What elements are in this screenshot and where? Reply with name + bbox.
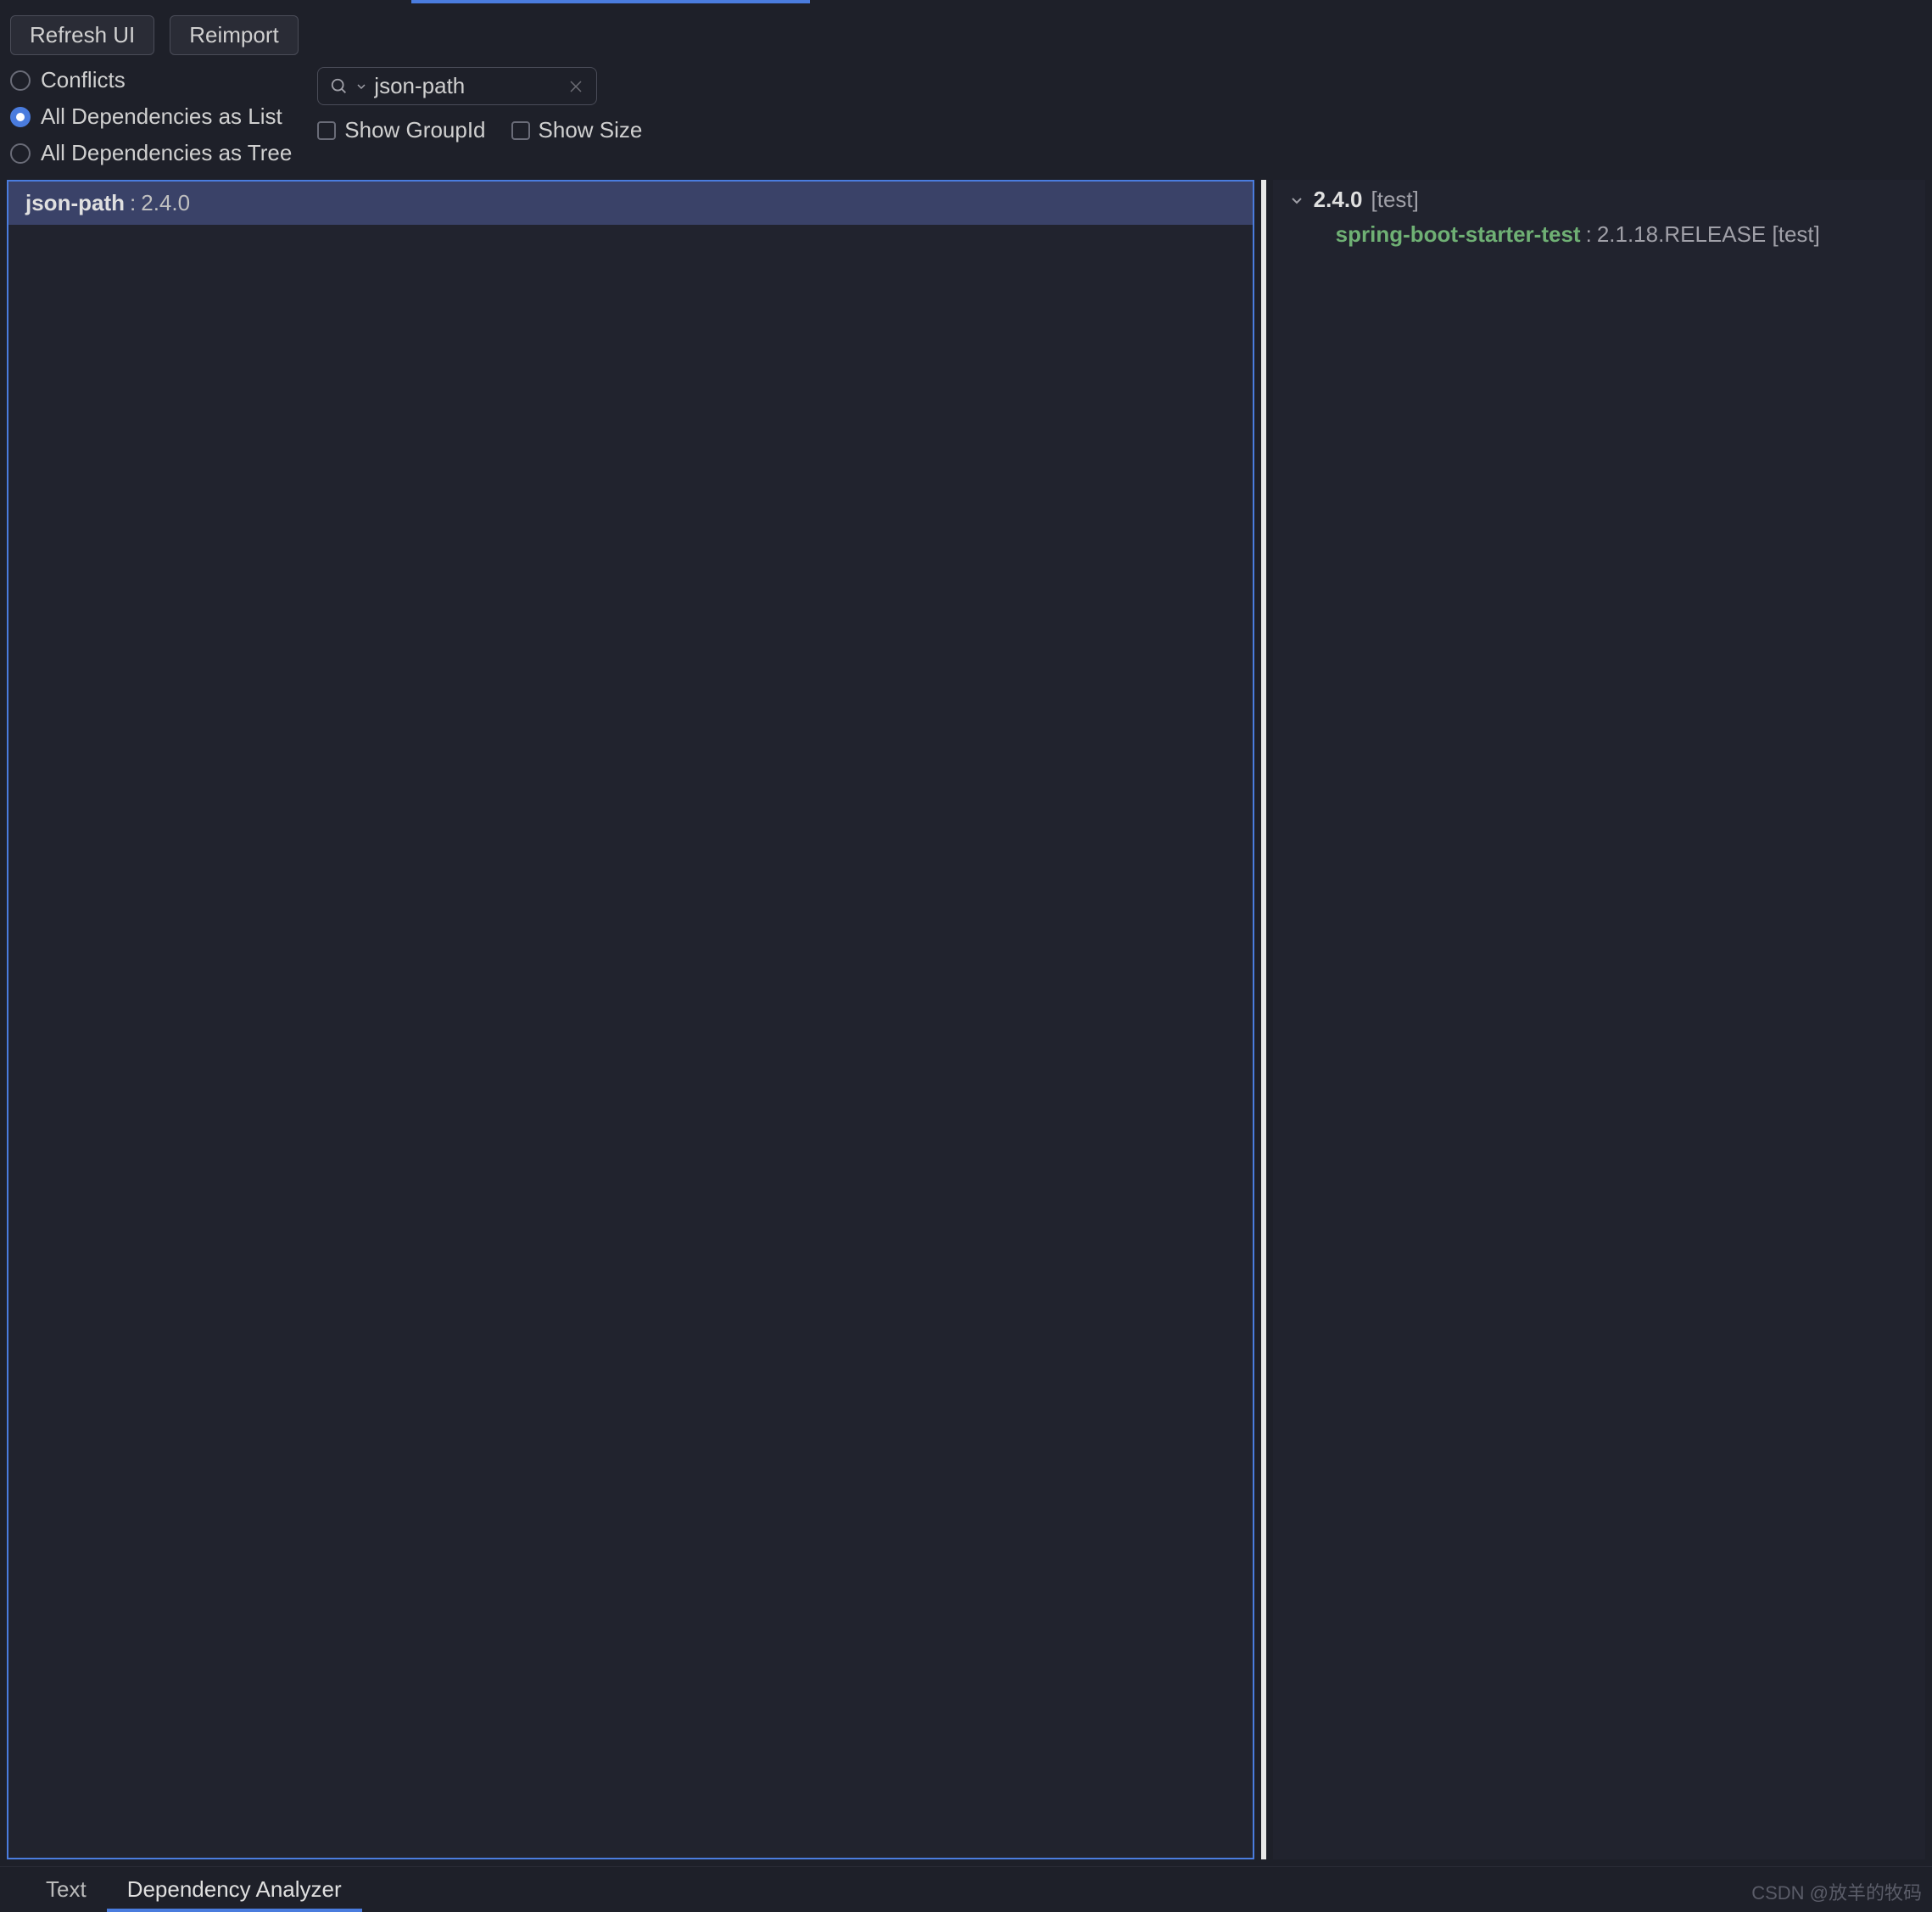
checkbox-show-groupid[interactable]: Show GroupId <box>317 117 485 143</box>
radio-all-tree[interactable]: All Dependencies as Tree <box>10 140 292 166</box>
tree-root-version: 2.4.0 <box>1314 187 1363 213</box>
dependency-version: 2.4.0 <box>141 190 190 216</box>
radio-icon <box>10 70 31 91</box>
dependencies-list-panel[interactable]: json-path : 2.4.0 <box>7 180 1254 1859</box>
radio-all-tree-label: All Dependencies as Tree <box>41 140 292 166</box>
top-accent-line <box>0 0 1932 2</box>
checkbox-show-size[interactable]: Show Size <box>511 117 643 143</box>
tree-child-details: 2.1.18.RELEASE [test] <box>1597 221 1820 248</box>
dependency-name: json-path <box>25 190 125 216</box>
radio-icon <box>10 143 31 164</box>
main-content: json-path : 2.4.0 2.4.0 [test] spring-bo… <box>0 180 1932 1866</box>
clear-icon[interactable] <box>567 78 584 95</box>
checkbox-icon <box>317 121 336 140</box>
toolbar: Refresh UI Reimport Conflicts All Depend… <box>0 2 1932 180</box>
watermark: CSDN @放羊的牧码 <box>1751 1878 1922 1905</box>
radio-conflicts[interactable]: Conflicts <box>10 67 292 93</box>
toolbar-buttons-row: Refresh UI Reimport <box>10 15 1922 55</box>
dropdown-caret-icon[interactable] <box>357 82 366 91</box>
tree-child-node[interactable]: spring-boot-starter-test : 2.1.18.RELEAS… <box>1336 221 1910 248</box>
search-input[interactable] <box>374 73 559 99</box>
chevron-down-icon[interactable] <box>1288 192 1305 209</box>
tab-dependency-analyzer[interactable]: Dependency Analyzer <box>107 1867 362 1912</box>
checkbox-icon <box>511 121 530 140</box>
reimport-button[interactable]: Reimport <box>170 15 298 55</box>
radio-all-list-label: All Dependencies as List <box>41 103 282 130</box>
search-icon <box>330 77 349 96</box>
toolbar-options-row: Conflicts All Dependencies as List All D… <box>10 67 1922 166</box>
view-mode-radio-group: Conflicts All Dependencies as List All D… <box>10 67 292 166</box>
radio-icon <box>10 107 31 127</box>
panel-divider[interactable] <box>1261 180 1266 1859</box>
radio-all-list[interactable]: All Dependencies as List <box>10 103 292 130</box>
tab-text[interactable]: Text <box>25 1867 107 1912</box>
dependency-separator: : <box>130 190 136 216</box>
search-box[interactable] <box>317 67 597 105</box>
checkbox-show-groupid-label: Show GroupId <box>344 117 485 143</box>
dependency-tree-panel[interactable]: 2.4.0 [test] spring-boot-starter-test : … <box>1273 180 1925 1859</box>
tree-child-separator: : <box>1586 221 1592 248</box>
display-options: Show GroupId Show Size <box>317 117 642 143</box>
checkbox-show-size-label: Show Size <box>539 117 643 143</box>
radio-conflicts-label: Conflicts <box>41 67 126 93</box>
refresh-button[interactable]: Refresh UI <box>10 15 154 55</box>
tree-child-artifact: spring-boot-starter-test <box>1336 221 1581 248</box>
bottom-tabs: Text Dependency Analyzer <box>0 1866 1932 1912</box>
dependency-row-selected[interactable]: json-path : 2.4.0 <box>8 182 1253 225</box>
tree-root-node[interactable]: 2.4.0 [test] <box>1288 187 1910 213</box>
tree-root-scope: [test] <box>1371 187 1419 213</box>
